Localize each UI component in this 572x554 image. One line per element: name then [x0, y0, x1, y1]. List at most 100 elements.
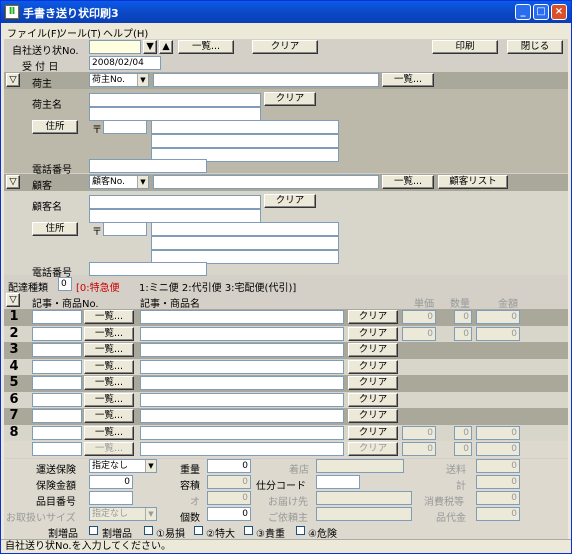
item-price-input[interactable]: 0 — [402, 442, 436, 456]
shipper-address2-input[interactable] — [151, 134, 339, 148]
customer-code-input[interactable] — [153, 175, 379, 189]
customer-address2-input[interactable] — [151, 236, 339, 250]
product-fee-input[interactable]: 0 — [476, 507, 520, 521]
shipping-fee-input[interactable]: 0 — [476, 459, 520, 473]
item-name-input[interactable] — [140, 310, 344, 324]
maximize-button[interactable]: □ — [533, 4, 549, 20]
customer-postal-input[interactable] — [103, 222, 147, 236]
close-form-button[interactable]: 閉じる — [507, 40, 563, 54]
item-code-input[interactable] — [32, 310, 82, 324]
item-qty-input[interactable]: 0 — [454, 442, 472, 456]
item-price-input[interactable]: 0 — [402, 310, 436, 324]
menu-tools[interactable]: ツール(T) — [57, 25, 101, 40]
item-code-input[interactable] — [32, 426, 82, 440]
weight-input[interactable]: 0 — [207, 459, 251, 473]
shipper-list-button[interactable]: 一覧... — [382, 73, 434, 87]
item-code-input[interactable] — [32, 393, 82, 407]
print-button[interactable]: 印刷 — [432, 40, 498, 54]
item-list-button[interactable]: 一覧... — [84, 393, 134, 407]
customer-list2-button[interactable]: 顧客リスト — [438, 175, 508, 189]
customer-address1-input[interactable] — [151, 222, 339, 236]
item-clear-button[interactable]: クリア — [348, 426, 398, 440]
customer-name2-input[interactable] — [89, 209, 261, 223]
item-name-input[interactable] — [140, 393, 344, 407]
extra-checkbox[interactable] — [89, 526, 98, 535]
next-down-button[interactable]: ▼ — [143, 40, 157, 54]
item-name-input[interactable] — [140, 409, 344, 423]
item-list-button[interactable]: 一覧... — [84, 360, 134, 374]
item-clear-button[interactable]: クリア — [348, 343, 398, 357]
size-select[interactable]: 指定なし ▼ — [89, 507, 157, 521]
shipper-name-clear-button[interactable]: クリア — [264, 92, 316, 106]
item-name-input[interactable] — [140, 426, 344, 440]
item-code-input[interactable] — [32, 409, 82, 423]
item-code-input[interactable] — [32, 343, 82, 357]
shipper-toggle-button[interactable]: ▽ — [6, 73, 20, 87]
menu-help[interactable]: ヘルプ(H) — [103, 25, 148, 40]
invoice-clear-button[interactable]: クリア — [252, 40, 318, 54]
item-qty-input[interactable]: 0 — [454, 426, 472, 440]
items-toggle-button[interactable]: ▽ — [6, 293, 20, 307]
shipper-address-button[interactable]: 住所 — [32, 120, 78, 134]
fragile-checkbox[interactable] — [144, 526, 153, 535]
item-name-input[interactable] — [140, 376, 344, 390]
item-amount-input[interactable]: 0 — [476, 310, 520, 324]
customer-code-select[interactable]: 顧客No. ▼ — [89, 175, 149, 189]
oversize-checkbox[interactable] — [194, 526, 203, 535]
customer-phone-input[interactable] — [89, 262, 207, 276]
item-clear-button[interactable]: クリア — [348, 310, 398, 324]
item-list-button[interactable]: 一覧... — [84, 426, 134, 440]
item-amount-input[interactable]: 0 — [476, 327, 520, 341]
item-clear-button[interactable]: クリア — [348, 376, 398, 390]
customer-address-button[interactable]: 住所 — [32, 222, 78, 236]
customer-name-clear-button[interactable]: クリア — [264, 194, 316, 208]
tax-input[interactable]: 0 — [476, 491, 520, 505]
shipper-postal-input[interactable] — [103, 120, 147, 134]
arrive-store-input[interactable] — [316, 459, 404, 473]
invoice-number-input[interactable] — [89, 40, 141, 54]
item-clear-button[interactable]: クリア — [348, 327, 398, 341]
total-input[interactable]: 0 — [476, 475, 520, 489]
item-amount-input[interactable]: 0 — [476, 442, 520, 456]
item-list-button[interactable]: 一覧... — [84, 310, 134, 324]
item-list-button[interactable]: 一覧... — [84, 409, 134, 423]
item-list-button[interactable]: 一覧... — [84, 327, 134, 341]
prev-up-button[interactable]: ▲ — [159, 40, 173, 54]
item-clear-button[interactable]: クリア — [348, 393, 398, 407]
item-clear-button[interactable]: クリア — [348, 360, 398, 374]
o-input[interactable]: 0 — [207, 491, 251, 505]
customer-toggle-button[interactable]: ▽ — [6, 175, 20, 189]
close-window-button[interactable]: × — [551, 4, 567, 20]
shipper-code-input[interactable] — [153, 73, 379, 87]
shipper-address1-input[interactable] — [151, 120, 339, 134]
item-price-input[interactable]: 0 — [402, 327, 436, 341]
item-clear-button[interactable]: クリア — [348, 442, 398, 456]
menu-file[interactable]: ファイル(F) — [7, 25, 61, 40]
item-name-input[interactable] — [140, 327, 344, 341]
hazard-checkbox[interactable] — [296, 526, 305, 535]
shipper-name-input[interactable] — [89, 93, 261, 107]
item-list-button[interactable]: 一覧... — [84, 442, 134, 456]
insured-amount-input[interactable]: 0 — [89, 475, 133, 489]
item-list-button[interactable]: 一覧... — [84, 376, 134, 390]
item-list-button[interactable]: 一覧... — [84, 343, 134, 357]
customer-list-button[interactable]: 一覧... — [382, 175, 434, 189]
invoice-list-button[interactable]: 一覧... — [178, 40, 234, 54]
item-name-input[interactable] — [140, 442, 344, 456]
sort-code-input[interactable] — [316, 475, 360, 489]
item-qty-input[interactable]: 0 — [454, 327, 472, 341]
destination-input[interactable] — [316, 491, 412, 505]
count-input[interactable]: 0 — [207, 507, 251, 521]
shipper-phone-input[interactable] — [89, 159, 207, 173]
item-code-input[interactable] — [32, 442, 82, 456]
insurance-select[interactable]: 指定なし ▼ — [89, 459, 157, 473]
item-name-input[interactable] — [140, 343, 344, 357]
date-input[interactable]: 2008/02/04 — [89, 56, 161, 70]
volume-input[interactable]: 0 — [207, 475, 251, 489]
item-qty-input[interactable]: 0 — [454, 310, 472, 324]
client-input[interactable] — [316, 507, 412, 521]
item-name-input[interactable] — [140, 360, 344, 374]
product-number-input[interactable] — [89, 491, 133, 505]
shipper-code-select[interactable]: 荷主No. ▼ — [89, 73, 149, 87]
item-clear-button[interactable]: クリア — [348, 409, 398, 423]
